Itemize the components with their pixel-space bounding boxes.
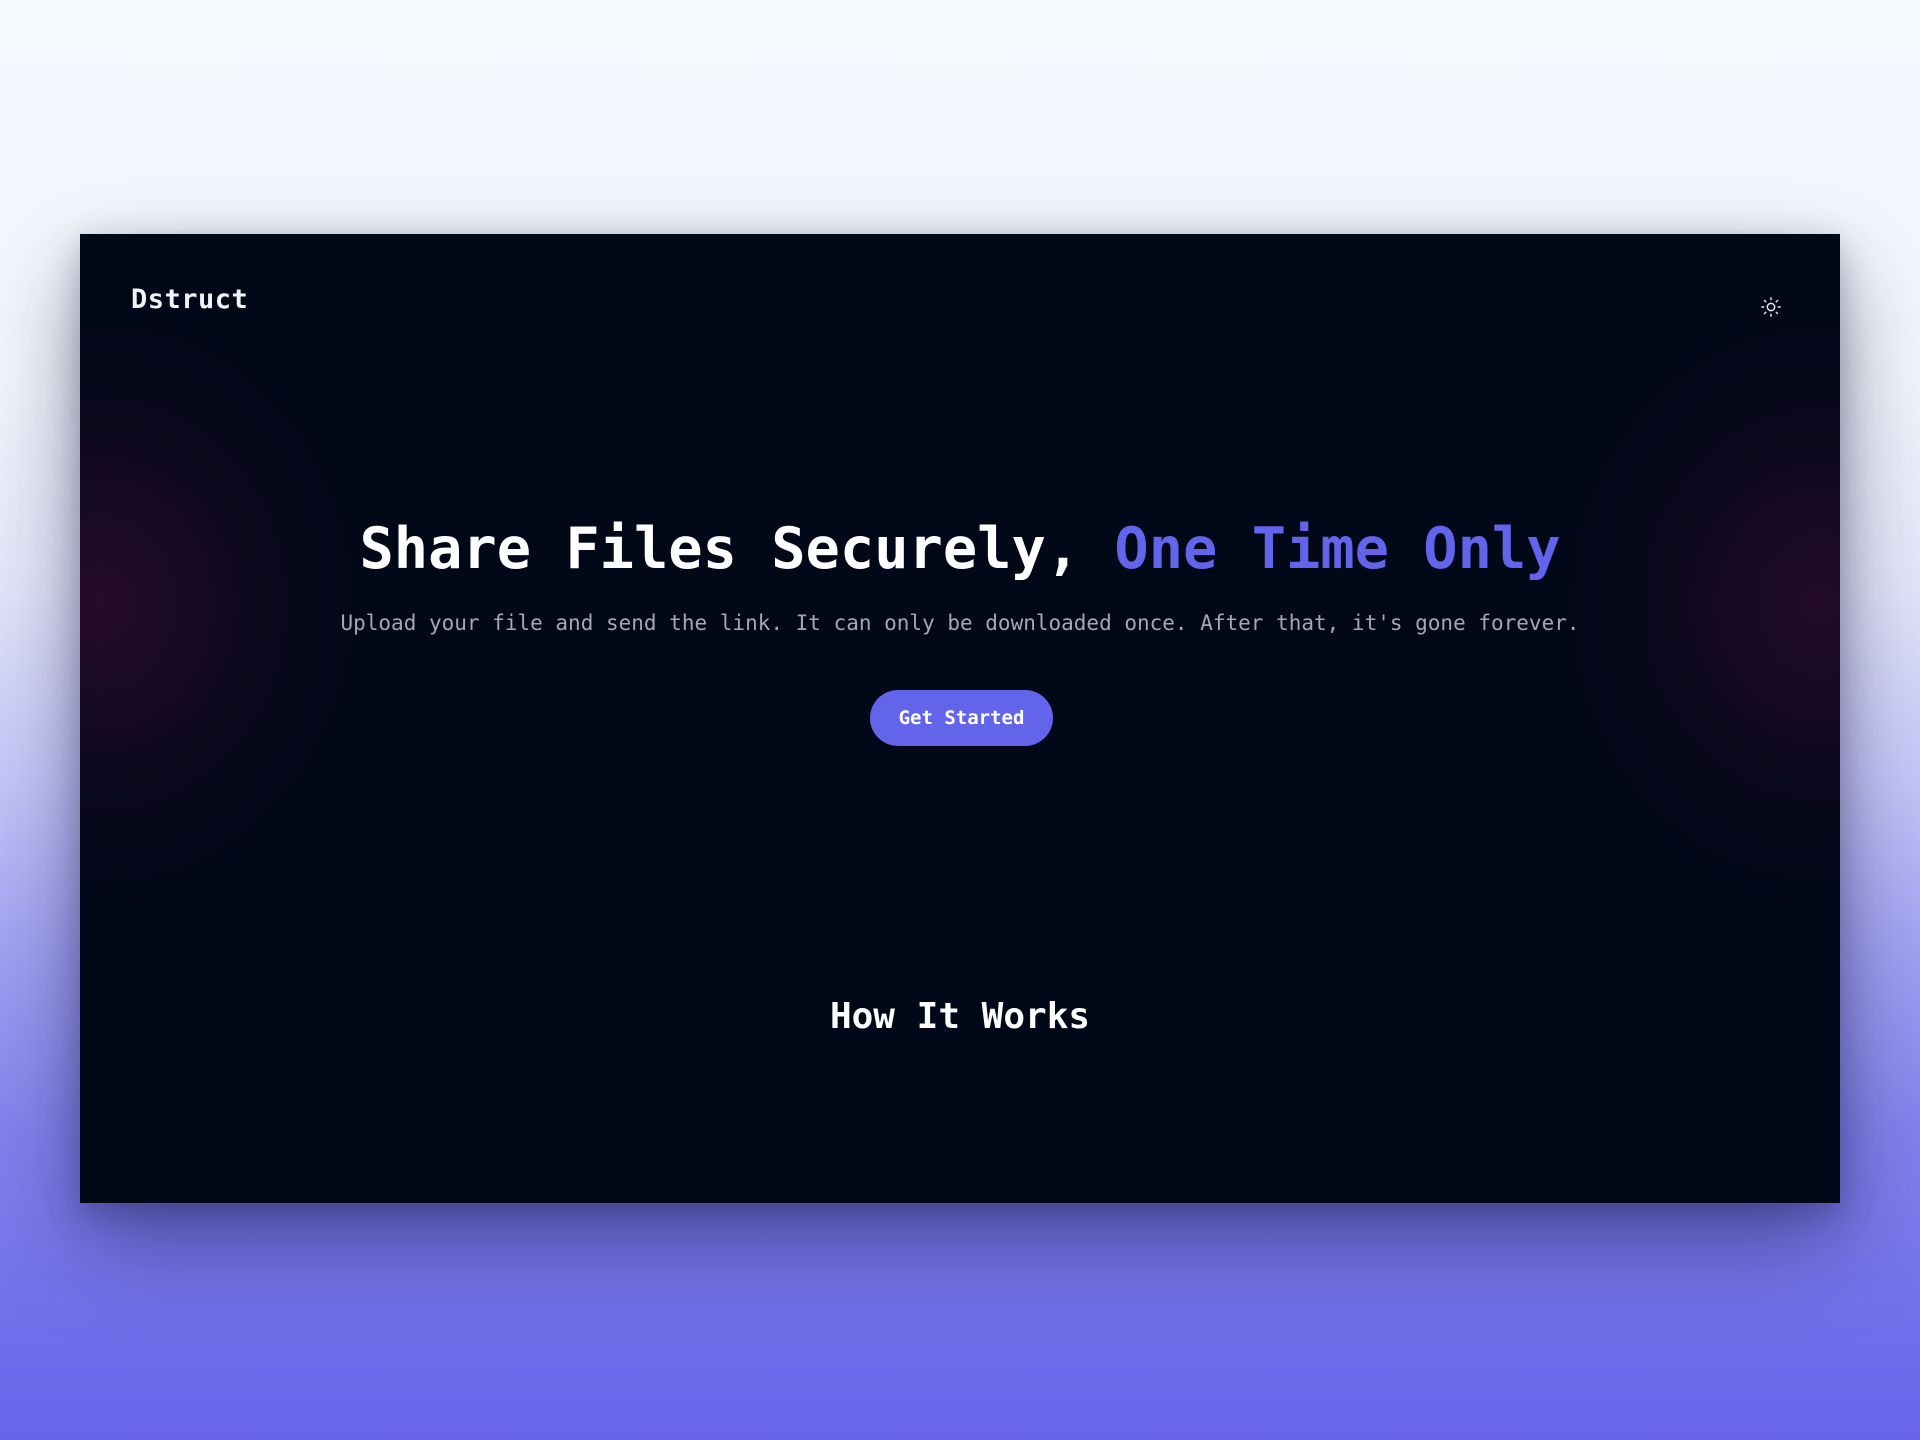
hero-title-accent: One Time Only: [1114, 516, 1561, 582]
hero-title: Share Files Securely, One Time Only: [80, 516, 1840, 582]
how-it-works-title: How It Works: [829, 996, 1091, 1037]
background-glow-left: [80, 294, 380, 914]
hero-title-main: Share Files Securely,: [359, 516, 1115, 582]
logo[interactable]: Dstruct: [131, 284, 248, 315]
hero-subtitle: Upload your file and send the link. It c…: [340, 611, 1580, 635]
sun-icon: [1761, 297, 1781, 317]
app-window: Dstruct Share Files Securely, One Time O…: [80, 234, 1840, 1203]
background-glow-right: [1540, 294, 1840, 914]
theme-toggle-button[interactable]: [1758, 294, 1784, 320]
get-started-button[interactable]: Get Started: [870, 690, 1053, 746]
